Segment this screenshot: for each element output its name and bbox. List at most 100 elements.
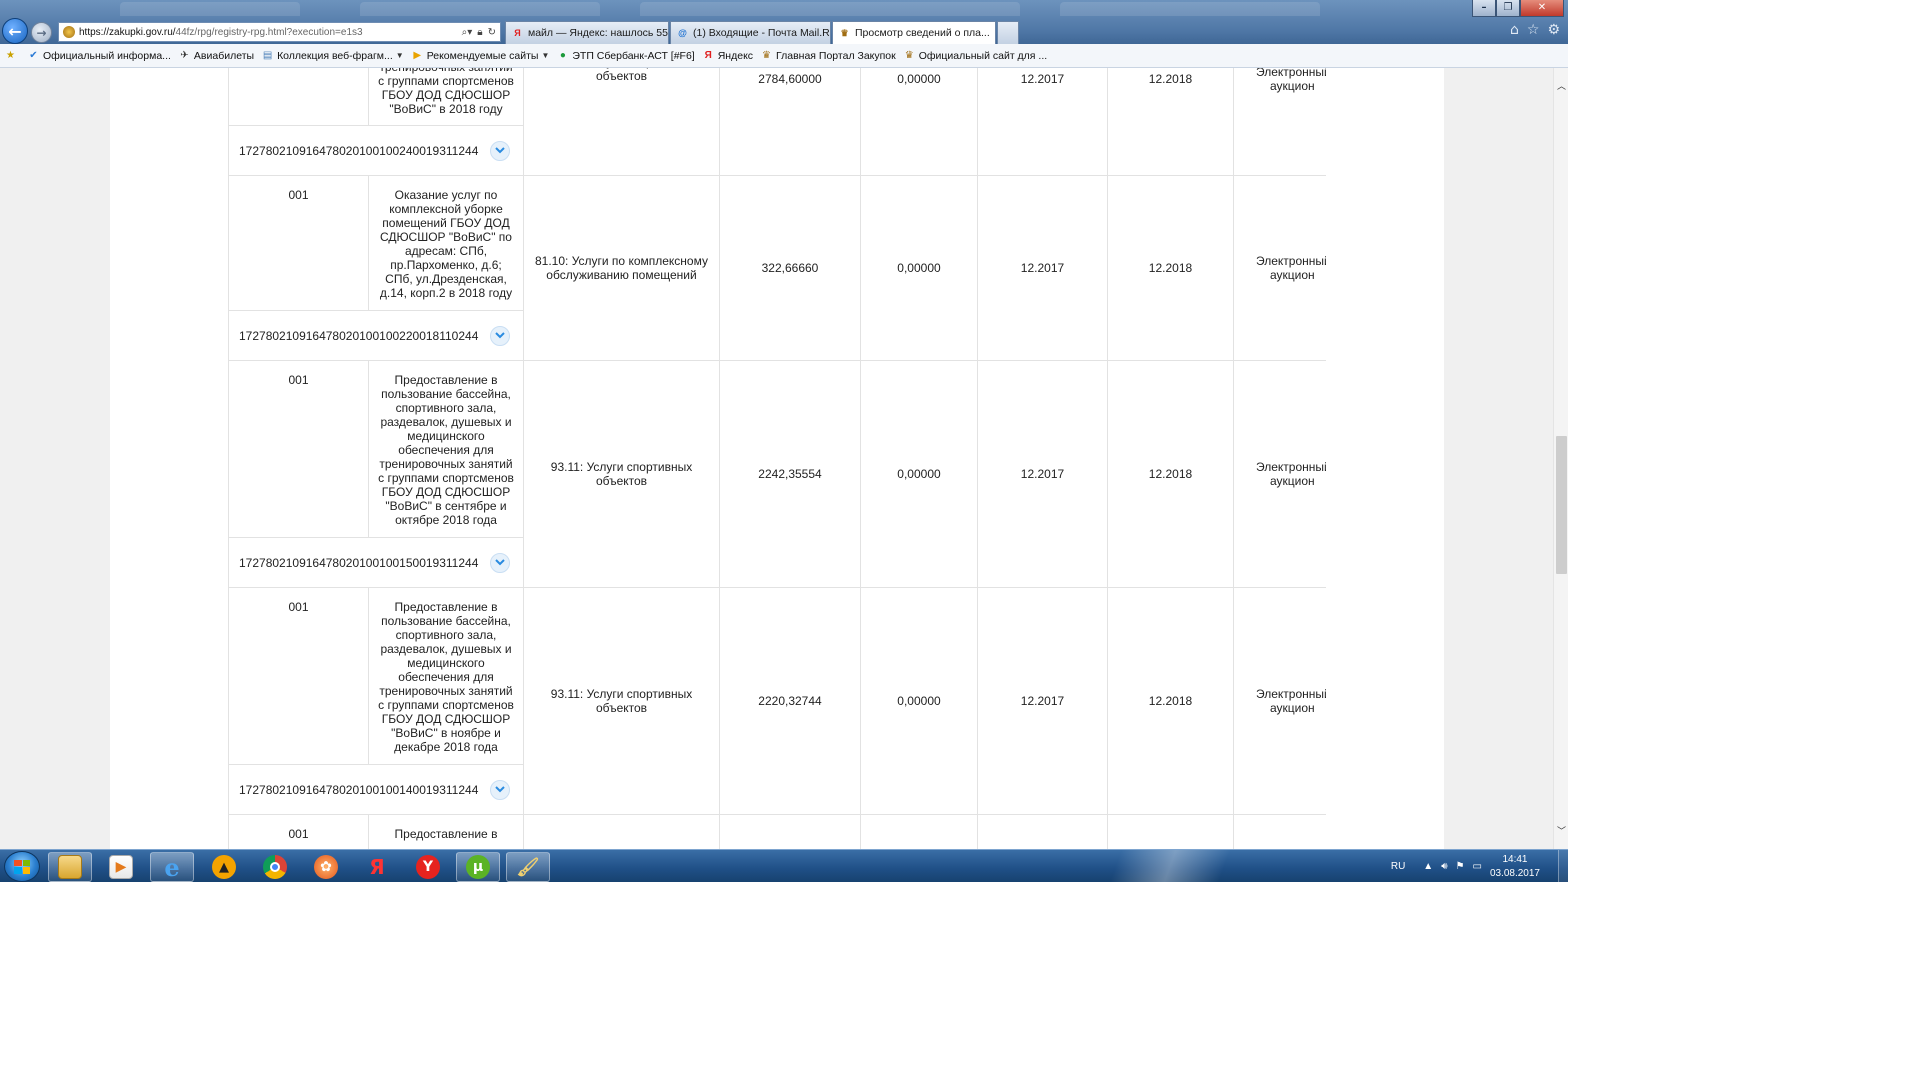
- favorite-item[interactable]: ✔ Официальный информа...: [27, 49, 171, 62]
- taskbar-app-media-player[interactable]: ▶: [99, 852, 143, 882]
- show-hidden-icons-icon[interactable]: ▲: [1423, 861, 1433, 872]
- new-tab-button[interactable]: [997, 21, 1019, 44]
- taskbar-app-media[interactable]: ✿: [304, 852, 348, 882]
- row-number-cell: 001: [228, 175, 369, 311]
- scrollbar-thumb[interactable]: [1556, 436, 1567, 574]
- favorite-item[interactable]: Я Яндекс: [702, 49, 753, 62]
- add-favorites-star-icon: ★: [6, 50, 15, 61]
- advance-cell: 0,00000: [860, 175, 978, 361]
- amount-cell: 2220,32744: [719, 587, 861, 815]
- favorite-label: Главная Портал Закупок: [776, 49, 896, 62]
- page-viewport: тренировочных занятий с группами спортсм…: [0, 68, 1553, 849]
- start-date-cell: 12.2017: [977, 587, 1108, 815]
- favorites-bar: ★ ✔ Официальный информа... ✈ Авиабилеты …: [0, 44, 1568, 68]
- window-controls: – ❐ ✕: [1472, 0, 1564, 17]
- mailru-icon: @: [678, 28, 687, 38]
- method-line-1: Электронный: [1256, 254, 1326, 268]
- volume-icon[interactable]: 🔊︎: [1441, 861, 1447, 872]
- favorite-label: Яндекс: [717, 49, 754, 62]
- scroll-down-arrow-icon[interactable]: ﹀: [1554, 823, 1569, 838]
- show-desktop-button[interactable]: [1558, 850, 1568, 883]
- expand-row-button[interactable]: [490, 552, 511, 573]
- taskbar-app-chrome[interactable]: [253, 852, 297, 882]
- minimize-button[interactable]: –: [1472, 0, 1496, 17]
- ikz-code-text: 172780210916478020100100220018110244: [239, 328, 479, 343]
- favorites-star-button[interactable]: ★: [4, 49, 20, 62]
- windows-taskbar: ▶ e ▲ ✿ Я Y µ 🖌︎ RU ▲ 🔊︎ ⚑ ▭ 14:41 03.08…: [0, 849, 1568, 883]
- favorite-item[interactable]: ▤ Коллекция веб-фрагм... ▼: [261, 49, 404, 62]
- arrow-left-icon: ←: [8, 21, 22, 41]
- expand-row-button[interactable]: [490, 325, 511, 346]
- start-button[interactable]: [4, 851, 40, 882]
- taskbar-app-paint[interactable]: 🖌︎: [506, 852, 550, 882]
- row-number-cell: [228, 68, 369, 126]
- ikz-code-cell: 172780210916478020100100220018110244: [228, 310, 524, 361]
- favorite-label: ЭТП Сбербанк-АСТ [#F6]: [572, 49, 695, 62]
- system-tray: RU ▲ 🔊︎ ⚑ ▭ 14:41 03.08.2017: [1391, 850, 1568, 883]
- airplane-icon: ✈: [180, 50, 189, 61]
- maximize-button[interactable]: ❐: [1496, 0, 1520, 17]
- favorite-item[interactable]: ✈ Авиабилеты: [178, 49, 254, 62]
- chevron-down-icon: [495, 147, 506, 154]
- favorite-label: Официальный информа...: [43, 49, 171, 62]
- favorite-label: Авиабилеты: [193, 49, 255, 62]
- taskbar-app-explorer[interactable]: [48, 852, 92, 882]
- forward-button[interactable]: →: [31, 22, 52, 43]
- taskbar-app-yandex[interactable]: Я: [355, 852, 399, 882]
- chevron-down-icon: [495, 786, 506, 793]
- background-window-ghost: [640, 2, 1020, 16]
- okpd-cell: 81.10: Услуги по комплексному обслуживан…: [523, 175, 720, 361]
- yandex-icon: Я: [704, 50, 712, 61]
- favorite-item[interactable]: ▶ Рекомендуемые сайты ▼: [411, 49, 549, 62]
- end-date-cell: 12.2018: [1107, 587, 1234, 815]
- utorrent-icon: µ: [466, 855, 490, 879]
- address-url-path: 44fz/rpg/registry-rpg.html?execution=e1s…: [175, 26, 363, 38]
- advance-cell: [860, 814, 978, 849]
- ikz-code-text: 172780210916478020100100240019311244: [239, 143, 479, 158]
- taskbar-app-aimp[interactable]: ▲: [202, 852, 246, 882]
- favorite-item[interactable]: ♛ Главная Портал Закупок: [760, 49, 896, 62]
- back-button[interactable]: ←: [2, 18, 28, 44]
- procurement-method-cell: Электронный аукцион: [1233, 587, 1326, 815]
- network-icon[interactable]: ▭: [1472, 861, 1481, 872]
- emblem-icon: ♛: [904, 50, 914, 61]
- expand-row-button[interactable]: [490, 779, 511, 800]
- scroll-up-arrow-icon[interactable]: ︿: [1554, 78, 1569, 93]
- checkmark-icon: ✔: [29, 50, 38, 61]
- taskbar-app-utorrent[interactable]: µ: [456, 852, 500, 882]
- method-line-2: аукцион: [1270, 701, 1315, 715]
- tab-mail-inbox[interactable]: @ (1) Входящие - Почта Mail.Ru: [670, 21, 831, 44]
- arrow-right-icon: →: [36, 25, 47, 40]
- favorites-star-icon[interactable]: ☆: [1527, 22, 1540, 38]
- table-row: 001 Предоставление в пользование бассейн…: [228, 360, 1326, 588]
- ikz-code-text: 172780210916478020100100140019311244: [239, 782, 479, 797]
- address-bar[interactable]: https://zakupki.gov.ru/44fz/rpg/registry…: [58, 22, 501, 42]
- table-row: 001 Оказание услуг по комплексной уборке…: [228, 175, 1326, 361]
- home-icon[interactable]: ⌂: [1510, 22, 1519, 38]
- tab-yandex-search[interactable]: Я майл — Яндекс: нашлось 55 ...: [505, 21, 669, 44]
- favorite-item[interactable]: ♛ Официальный сайт для ...: [903, 49, 1047, 62]
- webslice-icon: ▤: [262, 50, 273, 61]
- media-player-icon: ▶: [109, 855, 133, 879]
- expand-row-button[interactable]: [490, 140, 511, 161]
- clock[interactable]: 14:41 03.08.2017: [1490, 853, 1540, 881]
- address-url[interactable]: https://zakupki.gov.ru/44fz/rpg/registry…: [79, 27, 462, 38]
- favorite-item[interactable]: ● ЭТП Сбербанк-АСТ [#F6]: [556, 49, 695, 62]
- method-line-1: Электронный: [1256, 460, 1326, 474]
- yandex-browser-icon: Y: [416, 855, 440, 879]
- language-indicator[interactable]: RU: [1391, 861, 1405, 872]
- tab-plan-details[interactable]: ♛ Просмотр сведений о пла... ✕: [832, 21, 996, 44]
- search-icon[interactable]: ⌕▾: [462, 27, 473, 38]
- taskbar-app-internet-explorer[interactable]: e: [150, 852, 194, 882]
- taskbar-app-yandex-browser[interactable]: Y: [406, 852, 450, 882]
- vertical-scrollbar[interactable]: ︿ ﹀: [1553, 68, 1568, 849]
- table-row: 001 Предоставление в пользование бассейн…: [228, 587, 1326, 815]
- gear-icon[interactable]: ⚙: [1547, 22, 1560, 38]
- action-center-flag-icon[interactable]: ⚑: [1456, 861, 1465, 872]
- start-date-cell: 12.2017: [977, 68, 1108, 176]
- lock-icon[interactable]: 🔒︎: [477, 27, 482, 38]
- procurement-method-cell: Электронный аукцион: [1233, 360, 1326, 588]
- address-bar-actions: ⌕▾ 🔒︎ ↻: [462, 27, 500, 38]
- close-window-button[interactable]: ✕: [1520, 0, 1564, 17]
- refresh-icon[interactable]: ↻: [488, 27, 496, 38]
